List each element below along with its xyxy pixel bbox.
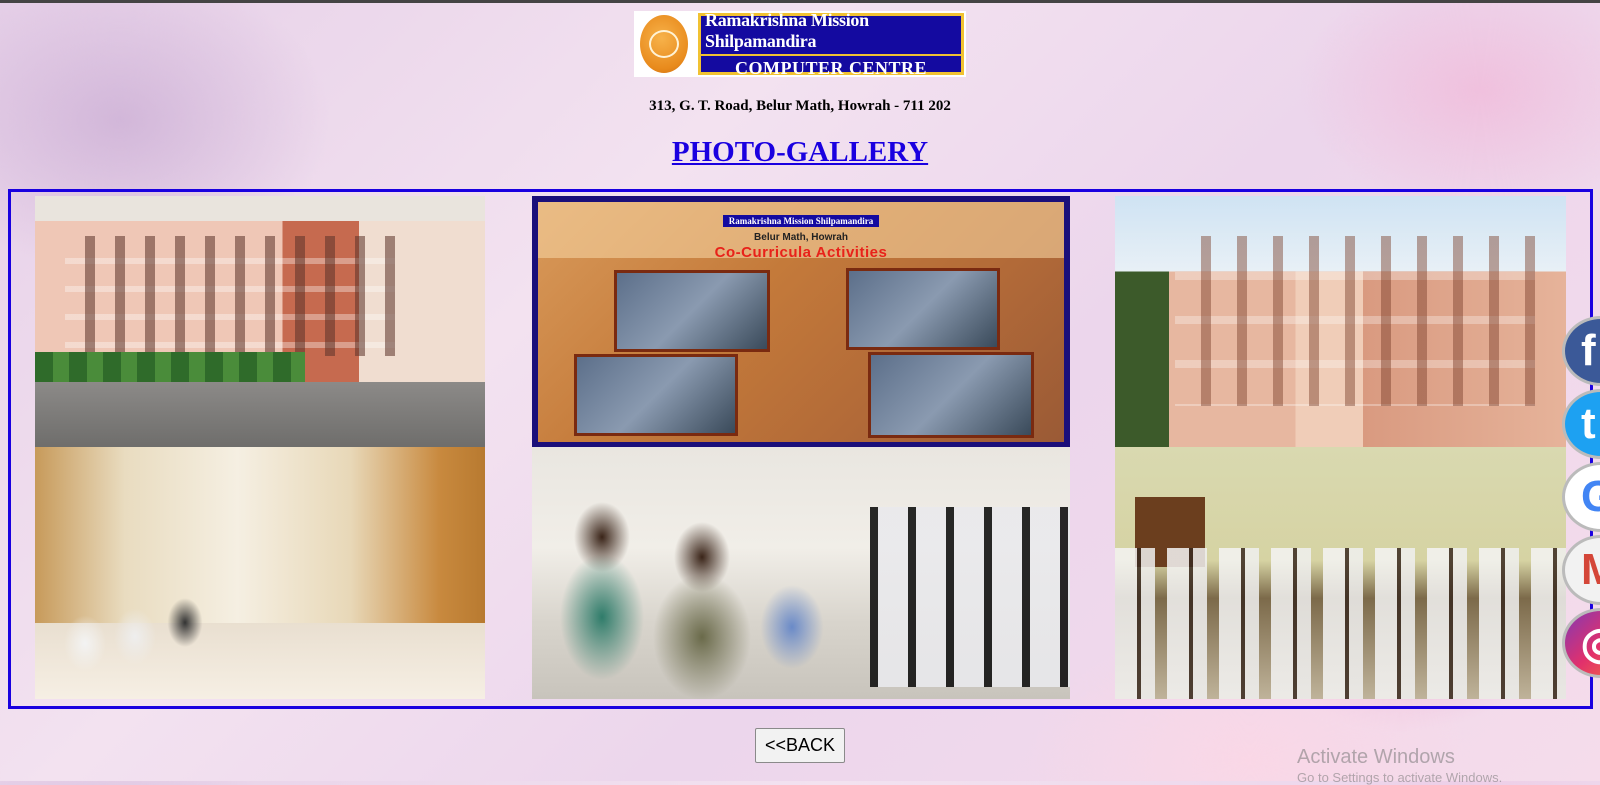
address: 313, G. T. Road, Belur Math, Howrah - 71… bbox=[649, 98, 951, 114]
page-title: PHOTO-GALLERY bbox=[671, 136, 929, 168]
photo-building-street[interactable] bbox=[35, 196, 485, 448]
logo-line1: Ramakrishna Mission Shilpamandira bbox=[701, 10, 961, 56]
banner-photo bbox=[614, 270, 770, 352]
banner-photo bbox=[846, 268, 1000, 350]
banner-photo bbox=[574, 354, 738, 436]
activate-windows-hint: Go to Settings to activate Windows. bbox=[1297, 770, 1503, 785]
banner-photo bbox=[868, 352, 1034, 438]
site-logo: Ramakrishna Mission Shilpamandira COMPUT… bbox=[634, 10, 966, 78]
logo-text: Ramakrishna Mission Shilpamandira COMPUT… bbox=[698, 10, 964, 78]
banner-caption: Co-Curricula Activities bbox=[714, 244, 888, 261]
photo-corridor-students[interactable] bbox=[35, 447, 485, 699]
banner-place: Belur Math, Howrah bbox=[754, 232, 848, 243]
photo-building-courtyard[interactable] bbox=[1115, 196, 1566, 448]
banner-org: Ramakrishna Mission Shilpamandira bbox=[538, 215, 1064, 227]
logo-line2: COMPUTER CENTRE bbox=[734, 57, 927, 78]
back-button[interactable]: <<BACK bbox=[755, 728, 845, 763]
photo-conference-room[interactable] bbox=[1115, 447, 1566, 699]
photo-computer-lab[interactable] bbox=[532, 447, 1070, 699]
photo-gallery: Ramakrishna Mission Shilpamandira Belur … bbox=[8, 189, 1593, 709]
mission-emblem-icon bbox=[634, 11, 694, 77]
photo-co-curricular-banner[interactable]: Ramakrishna Mission Shilpamandira Belur … bbox=[532, 196, 1070, 448]
activate-windows-watermark: Activate Windows bbox=[1297, 746, 1455, 768]
top-border bbox=[0, 0, 1600, 3]
